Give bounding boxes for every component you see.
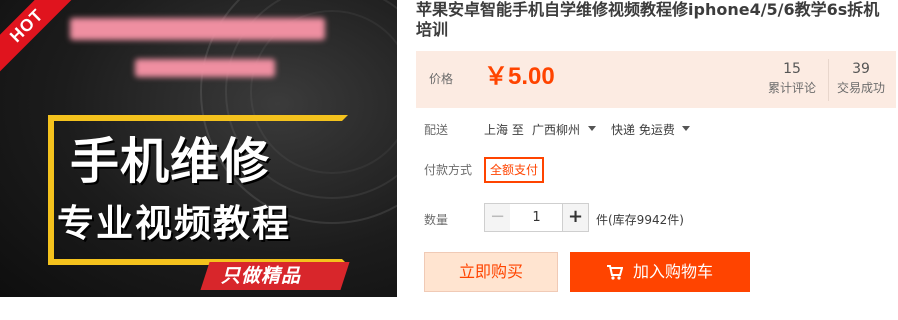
caret-down-icon[interactable] xyxy=(682,126,690,131)
buy-now-button[interactable]: 立即购买 xyxy=(424,252,558,292)
add-to-cart-button[interactable]: 加入购物车 xyxy=(570,252,750,292)
shipping-method[interactable]: 快递 免运费 xyxy=(611,121,675,138)
hot-ribbon: HOT xyxy=(0,0,83,82)
price-panel: 价格 ￥5.00 15 累计评论 39 交易成功 xyxy=(416,51,896,108)
image-slogan: 只做精品 xyxy=(221,265,302,287)
sales-count: 39 xyxy=(852,61,870,77)
shipping-label: 配送 xyxy=(424,123,449,137)
payment-label: 付款方式 xyxy=(424,163,473,177)
sales-label: 交易成功 xyxy=(836,81,885,95)
reviews-label: 累计评论 xyxy=(767,81,816,95)
product-image[interactable]: 手机维修 专业视频教程 只做精品 HOT xyxy=(0,0,397,297)
quantity-decrease-button[interactable]: − xyxy=(484,203,511,232)
shipping-from: 上海 至 xyxy=(484,123,524,137)
hot-badge-text: HOT xyxy=(6,5,48,47)
image-title-sub: 专业视频教程 xyxy=(57,202,291,245)
add-to-cart-label: 加入购物车 xyxy=(632,262,713,281)
product-title: 苹果安卓智能手机自学维修视频教程修iphone4/5/6教学6s拆机培训 xyxy=(416,0,880,39)
image-title-main: 手机维修 xyxy=(70,133,271,190)
blurred-watermark xyxy=(70,18,325,40)
payment-option-full[interactable]: 全额支付 xyxy=(484,157,545,183)
reviews-count: 15 xyxy=(783,61,801,77)
quantity-input[interactable] xyxy=(510,203,563,232)
caret-down-icon[interactable] xyxy=(588,126,596,131)
quantity-label: 数量 xyxy=(424,213,449,227)
blurred-watermark xyxy=(135,59,275,77)
price-label: 价格 xyxy=(429,72,454,86)
quantity-increase-button[interactable]: + xyxy=(562,203,589,232)
reviews-stat[interactable]: 15 累计评论 xyxy=(760,59,824,97)
sales-stat[interactable]: 39 交易成功 xyxy=(828,59,893,101)
cart-icon xyxy=(606,265,624,280)
buy-now-label: 立即购买 xyxy=(458,262,523,281)
price-value: ￥5.00 xyxy=(484,63,555,90)
stock-info: 件(库存9942件) xyxy=(596,213,684,227)
shipping-destination[interactable]: 广西柳州 xyxy=(532,121,580,138)
